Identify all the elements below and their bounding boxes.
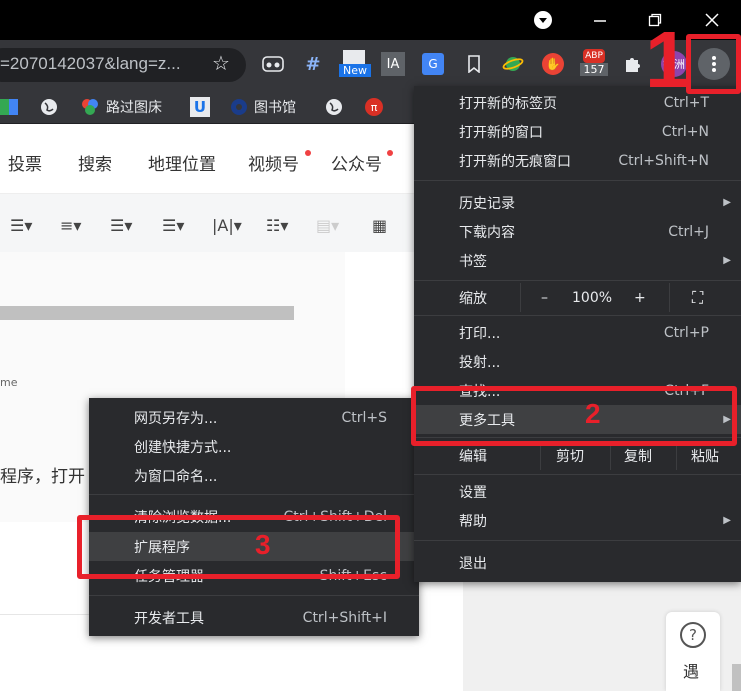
- planet-extension-icon[interactable]: [501, 52, 525, 76]
- disabled-tool-icon: ▤▾: [316, 216, 340, 235]
- annotation-box-more-tools: [411, 386, 737, 446]
- fullscreen-icon[interactable]: ⛶: [692, 288, 703, 308]
- colorful-dots-icon: [82, 99, 98, 115]
- ia-extension-icon[interactable]: IA: [381, 52, 405, 76]
- stop-hand-extension-icon[interactable]: ✋: [541, 52, 565, 76]
- submenu-arrow-icon: ▶: [723, 515, 731, 526]
- annotation-number-1: 1: [645, 15, 690, 104]
- tab-search[interactable]: 搜索: [78, 150, 112, 175]
- paste-button[interactable]: 粘贴: [691, 446, 719, 466]
- zoom-in-button[interactable]: +: [634, 290, 646, 306]
- title-bar: [0, 0, 741, 40]
- bookmark-label: 路过图床: [106, 100, 162, 116]
- close-icon[interactable]: [697, 6, 727, 34]
- zoom-level: 100%: [572, 289, 613, 306]
- help-label: 遇: [683, 662, 700, 681]
- tab-location[interactable]: 地理位置: [148, 150, 216, 175]
- tab-search-icon[interactable]: [528, 6, 558, 34]
- scrollbar-thumb[interactable]: [732, 664, 741, 691]
- menu-separator: [414, 540, 741, 541]
- letter-spacing-icon[interactable]: |A|▾: [212, 216, 242, 235]
- chrome-main-menu: 打开新的标签页 Ctrl+T 打开新的窗口 Ctrl+N 打开新的无痕窗口 Ct…: [414, 86, 741, 582]
- bookmark-icon[interactable]: [462, 52, 486, 76]
- bookmark-star-icon[interactable]: ☆: [212, 51, 230, 75]
- new-badge: New: [339, 64, 371, 77]
- library-gear-icon: [231, 99, 247, 115]
- image-placeholder-bar: [0, 306, 294, 320]
- line-height-icon[interactable]: ☰▾: [110, 216, 132, 235]
- annotation-box-menu-button: [686, 34, 741, 94]
- address-bar[interactable]: =2070142037&lang=z... ☆: [0, 48, 246, 82]
- menu-separator: [89, 595, 419, 596]
- table-icon[interactable]: ▦: [372, 216, 387, 235]
- address-url[interactable]: =2070142037&lang=z...: [0, 54, 181, 74]
- page-nav-tabs: 投票 搜索 地理位置 视频号 公众号: [0, 124, 420, 194]
- menu-item-zoom: 缩放 – 100% + ⛶: [414, 283, 741, 312]
- cut-button[interactable]: 剪切: [556, 446, 584, 466]
- abp-label: ABP: [583, 49, 605, 63]
- glasses-extension-icon[interactable]: [261, 52, 285, 76]
- menu-item-downloads[interactable]: 下载内容 Ctrl+J: [414, 217, 741, 246]
- menu-separator: [414, 315, 741, 316]
- account-notification-dot: [387, 150, 393, 156]
- bookmark-map-icon[interactable]: [0, 96, 18, 118]
- menu-item-history[interactable]: 历史记录 ▶: [414, 188, 741, 217]
- bookmark-item-image-host[interactable]: 路过图床: [80, 96, 162, 118]
- tab-video[interactable]: 视频号: [248, 150, 299, 175]
- article-small-text: me: [0, 376, 18, 389]
- outdent-icon[interactable]: ☰▾: [162, 216, 184, 235]
- menu-item-bookmarks[interactable]: 书签 ▶: [414, 246, 741, 275]
- menu-item-create-shortcut[interactable]: 创建快捷方式...: [89, 432, 419, 461]
- menu-separator: [414, 474, 741, 475]
- menu-separator: [414, 280, 741, 281]
- copy-button[interactable]: 复制: [624, 446, 652, 466]
- menu-item-dev-tools[interactable]: 开发者工具 Ctrl+Shift+I: [89, 603, 419, 632]
- help-button[interactable]: ? 遇: [666, 612, 720, 691]
- bookmark-pi-icon[interactable]: π: [365, 96, 383, 118]
- menu-item-print[interactable]: 打印... Ctrl+P: [414, 318, 741, 347]
- menu-item-save-page[interactable]: 网页另存为... Ctrl+S: [89, 403, 419, 432]
- tab-official-account[interactable]: 公众号: [331, 150, 382, 175]
- menu-item-settings[interactable]: 设置: [414, 477, 741, 506]
- article-body-text: 程序，打开: [0, 467, 85, 487]
- menu-separator: [89, 494, 419, 495]
- bookmark-item-library[interactable]: 图书馆: [230, 96, 296, 118]
- menu-item-exit[interactable]: 退出: [414, 548, 741, 577]
- new-extension-icon[interactable]: New: [339, 50, 371, 77]
- list-icon[interactable]: ☷▾: [266, 216, 288, 235]
- bookmark-label: 图书馆: [254, 100, 296, 116]
- minimize-icon[interactable]: [585, 6, 615, 34]
- zoom-out-button[interactable]: –: [541, 290, 548, 306]
- annotation-box-extensions: [77, 515, 400, 579]
- annotation-number-3: 3: [255, 529, 271, 560]
- abp-count-badge: 157: [580, 63, 608, 76]
- bookmark-globe-icon[interactable]: [40, 96, 58, 118]
- menu-separator: [414, 180, 741, 181]
- annotation-number-2: 2: [585, 398, 601, 429]
- submenu-arrow-icon: ▶: [723, 197, 731, 208]
- align-icon[interactable]: ≡▾: [60, 216, 81, 235]
- bookmark-u-icon[interactable]: U: [190, 96, 210, 118]
- menu-item-cast[interactable]: 投射...: [414, 347, 741, 376]
- editor-toolbar: ☰▾ ≡▾ ☰▾ ☰▾ |A|▾ ☷▾ ▤▾ ▦: [0, 194, 420, 252]
- menu-item-name-window[interactable]: 为窗口命名...: [89, 461, 419, 490]
- submenu-arrow-icon: ▶: [723, 255, 731, 266]
- hash-extension-icon[interactable]: #: [301, 52, 325, 76]
- menu-item-new-window[interactable]: 打开新的窗口 Ctrl+N: [414, 117, 741, 146]
- tab-vote[interactable]: 投票: [8, 150, 42, 175]
- indent-icon[interactable]: ☰▾: [10, 216, 32, 235]
- browser-toolbar: =2070142037&lang=z... ☆ # New IA G ✋ ABP…: [0, 40, 741, 88]
- adblock-extension-icon[interactable]: ABP 157: [580, 49, 608, 76]
- translate-extension-icon[interactable]: G: [421, 52, 445, 76]
- video-notification-dot: [305, 150, 311, 156]
- bookmark-globe-icon[interactable]: [325, 96, 343, 118]
- menu-item-incognito[interactable]: 打开新的无痕窗口 Ctrl+Shift+N: [414, 146, 741, 175]
- extensions-puzzle-icon[interactable]: [621, 52, 645, 76]
- question-icon: ?: [680, 622, 706, 648]
- menu-item-help[interactable]: 帮助 ▶: [414, 506, 741, 535]
